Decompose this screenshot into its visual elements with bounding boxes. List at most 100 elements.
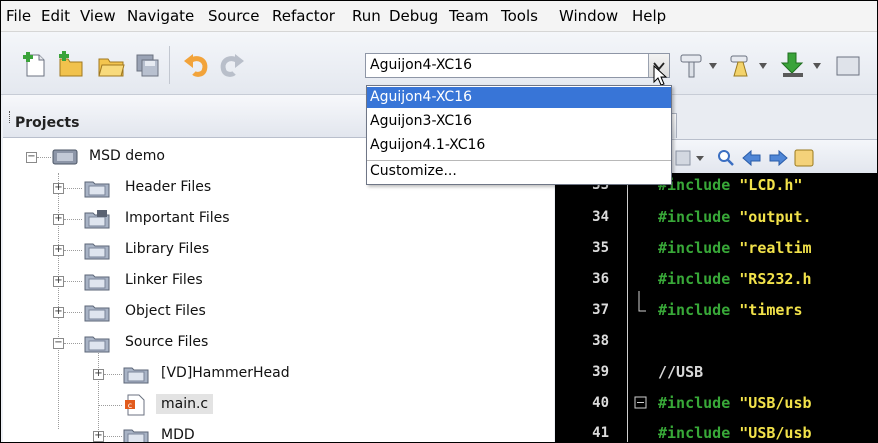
code-editor[interactable]: 33 #include "LCD.h" 34 #include "output.… [555,173,877,442]
expand-toggle-icon[interactable]: + [53,276,64,287]
tree-item-label: Important Files [125,210,230,226]
gutter-divider [627,173,628,442]
menu-window[interactable]: Window [559,7,618,25]
configuration-dropdown-list: Aguijon4-XC16 Aguijon3-XC16 Aguijon4.1-X… [366,85,672,185]
expand-toggle-icon[interactable]: + [93,369,104,380]
dropdown-item-aguijon3-xc16[interactable]: Aguijon3-XC16 [367,111,671,132]
expand-toggle-icon[interactable]: + [93,431,104,442]
open-project-icon[interactable] [97,51,125,79]
expand-toggle-icon[interactable]: + [53,214,64,225]
line-number: 37 [592,302,609,318]
toggle-highlight-icon[interactable] [793,148,815,168]
history-icon[interactable] [673,148,695,168]
important-folder-icon [84,210,110,229]
dropdown-arrow-icon[interactable] [709,63,717,69]
tree-item-source-files[interactable]: − Source Files [3,331,554,355]
tree-item-linker-files[interactable]: + Linker Files [3,269,554,293]
folder-icon [84,274,110,291]
line-number: 38 [592,333,609,349]
code-string: "USB/usb [739,424,812,442]
menu-refactor[interactable]: Refactor [272,7,335,25]
menu-navigate[interactable]: Navigate [127,7,194,25]
code-string: "USB/usb [739,394,812,412]
folder-icon [84,305,110,322]
menu-team[interactable]: Team [449,7,489,25]
tree-item-vd-hammerhead[interactable]: + [VD]HammerHead [3,362,554,386]
dropdown-arrow-icon[interactable] [813,63,821,69]
menu-run[interactable]: Run [352,7,381,25]
menu-debug[interactable]: Debug [389,7,438,25]
tree-item-label: Header Files [125,179,212,195]
code-string: "LCD.h" [739,176,803,194]
new-project-icon[interactable] [57,51,85,79]
projects-panel-title: Projects [15,115,80,131]
new-file-icon[interactable] [21,51,49,79]
program-device-icon[interactable] [779,51,807,79]
menu-edit[interactable]: Edit [41,7,70,25]
tree-item-label: Object Files [125,303,206,319]
find-icon[interactable] [715,148,737,168]
redo-icon[interactable] [218,51,246,79]
dropdown-item-aguijon4-xc16[interactable]: Aguijon4-XC16 [367,87,671,108]
collapse-toggle-icon[interactable]: − [26,152,37,163]
tree-item-mdd[interactable]: + MDD [3,424,554,443]
dropdown-arrow-icon[interactable] [759,63,767,69]
expand-toggle-icon[interactable]: + [53,183,64,194]
code-line: #include "LCD.h" [658,176,803,194]
line-number: 35 [592,240,609,256]
find-next-icon[interactable] [767,148,789,168]
fold-end-marker-icon [638,291,646,312]
build-hammer-icon[interactable] [677,51,705,79]
ide-window: File Edit View Navigate Source Refactor … [0,0,878,443]
folder-icon [123,367,149,384]
menu-source[interactable]: Source [208,7,260,25]
folder-icon [84,336,110,353]
expand-toggle-icon[interactable]: + [53,307,64,318]
code-line: #include "RS232.h [658,270,812,288]
line-number: 39 [592,364,609,380]
drag-grip-icon[interactable] [9,111,12,123]
code-keyword: #include [658,239,731,257]
dropdown-item-customize[interactable]: Customize... [367,161,671,182]
line-number: 36 [592,271,609,287]
code-string: "realtim [739,239,812,257]
mouse-cursor-icon [653,65,668,86]
toolbar-separator [169,46,170,84]
tree-item-label: Linker Files [125,272,203,288]
tree-item-object-files[interactable]: + Object Files [3,300,554,324]
configuration-combobox[interactable]: Aguijon4-XC16 [365,53,670,78]
save-all-icon[interactable] [133,51,161,79]
dropdown-arrow-icon[interactable] [695,148,705,168]
fold-collapse-icon[interactable] [634,396,648,410]
collapse-toggle-icon[interactable]: − [53,338,64,349]
menu-tools[interactable]: Tools [501,7,538,25]
c-file-icon: c [125,394,145,416]
menu-help[interactable]: Help [632,7,666,25]
undo-icon[interactable] [182,51,210,79]
find-previous-icon[interactable] [741,148,763,168]
tree-item-label: [VD]HammerHead [161,365,290,381]
code-line: #include "timers [658,301,803,319]
line-number: 34 [592,209,609,225]
dropdown-item-aguijon4-1-xc16[interactable]: Aguijon4.1-XC16 [367,135,671,156]
clean-build-icon[interactable] [725,51,753,79]
expand-toggle-icon[interactable]: + [53,245,64,256]
tree-item-main-c[interactable]: c main.c [3,393,554,417]
configuration-combobox-value: Aguijon4-XC16 [370,57,472,73]
code-line: #include "realtim [658,239,812,257]
menu-bar: File Edit View Navigate Source Refactor … [1,1,877,32]
tree-item-library-files[interactable]: + Library Files [3,238,554,262]
debug-project-icon[interactable] [833,51,861,79]
code-keyword: #include [658,424,731,442]
project-chip-icon [52,149,78,165]
menu-file[interactable]: File [6,7,31,25]
tree-item-label: MDD [161,427,195,443]
tree-item-label: Source Files [125,334,209,350]
folder-icon [84,181,110,198]
code-keyword: #include [658,301,731,319]
code-line: #include "output. [658,208,812,226]
tree-item-important-files[interactable]: + Important Files [3,207,554,231]
folder-icon [123,429,149,442]
code-keyword: #include [658,394,731,412]
menu-view[interactable]: View [80,7,116,25]
